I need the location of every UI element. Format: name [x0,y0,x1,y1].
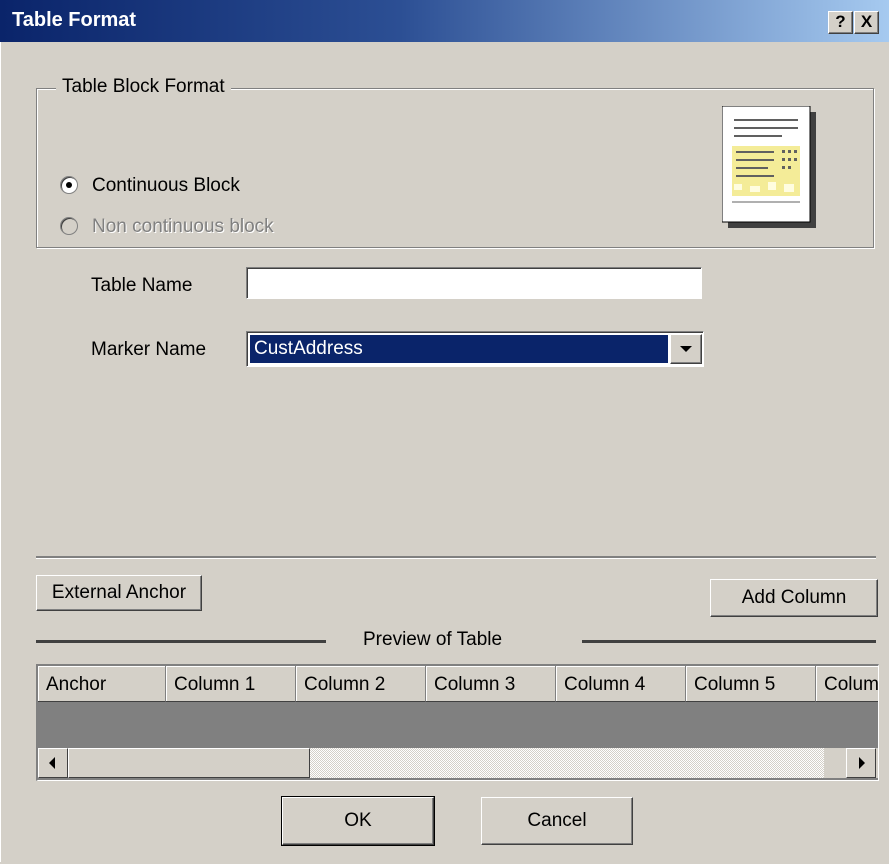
arrow-left-icon [49,757,55,769]
non-continuous-block-label: Non continuous block [92,216,274,237]
scroll-left-button[interactable] [38,748,68,778]
table-name-input[interactable] [246,267,702,299]
non-continuous-block-radio[interactable] [60,217,78,235]
preview-line-left [36,640,326,643]
arrow-right-icon [859,757,865,769]
column-header[interactable]: Anchor [38,666,166,702]
scroll-right-button[interactable] [846,748,876,778]
preview-table[interactable]: Anchor Column 1 Column 2 Column 3 Column… [36,664,879,781]
window-title: Table Format [12,9,137,31]
scroll-track[interactable] [310,748,824,778]
dropdown-arrow-button[interactable] [670,334,702,364]
title-bar[interactable]: Table Format ? X [0,0,889,42]
preview-line-right [582,640,876,643]
help-button[interactable]: ? [828,11,853,34]
block-format-legend: Table Block Format [56,76,231,98]
ok-button[interactable]: OK [281,796,435,846]
marker-name-label: Marker Name [91,339,207,360]
marker-name-dropdown[interactable]: CustAddress [246,331,704,367]
chevron-down-icon [680,346,692,352]
column-header[interactable]: Colum [816,666,878,702]
horizontal-scrollbar[interactable] [38,748,878,778]
table-name-label: Table Name [91,275,193,296]
marker-name-value: CustAddress [250,335,668,363]
external-anchor-button[interactable]: External Anchor [36,575,202,611]
continuous-block-radio[interactable] [60,176,78,194]
continuous-block-label: Continuous Block [92,175,240,196]
scroll-thumb[interactable] [68,748,310,778]
cancel-button[interactable]: Cancel [481,797,633,845]
column-header[interactable]: Column 1 [166,666,296,702]
column-header[interactable]: Column 5 [686,666,816,702]
section-separator [36,556,876,559]
column-header[interactable]: Column 3 [426,666,556,702]
add-column-button[interactable]: Add Column [710,579,878,617]
column-header[interactable]: Column 4 [556,666,686,702]
close-button[interactable]: X [854,11,879,34]
column-header[interactable]: Column 2 [296,666,426,702]
preview-caption: Preview of Table [363,629,503,650]
table-document-icon [722,106,816,228]
